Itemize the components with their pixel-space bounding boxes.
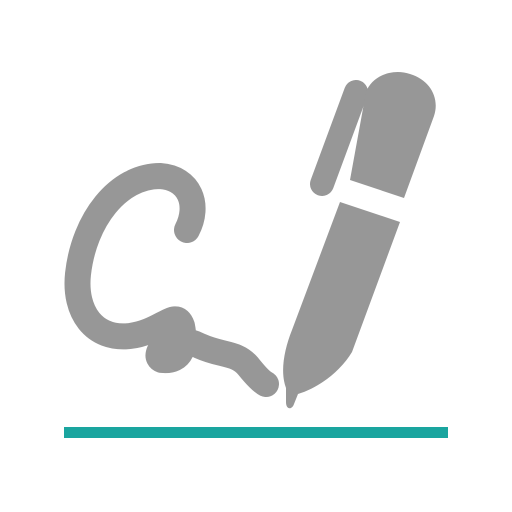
pen-barrel-lower: [283, 202, 400, 409]
signature-baseline: [64, 427, 448, 438]
pen-clip: [310, 80, 368, 196]
signature-pen-icon: [64, 72, 448, 438]
pen-icon: [283, 72, 436, 409]
signature-stroke: [64, 163, 279, 397]
